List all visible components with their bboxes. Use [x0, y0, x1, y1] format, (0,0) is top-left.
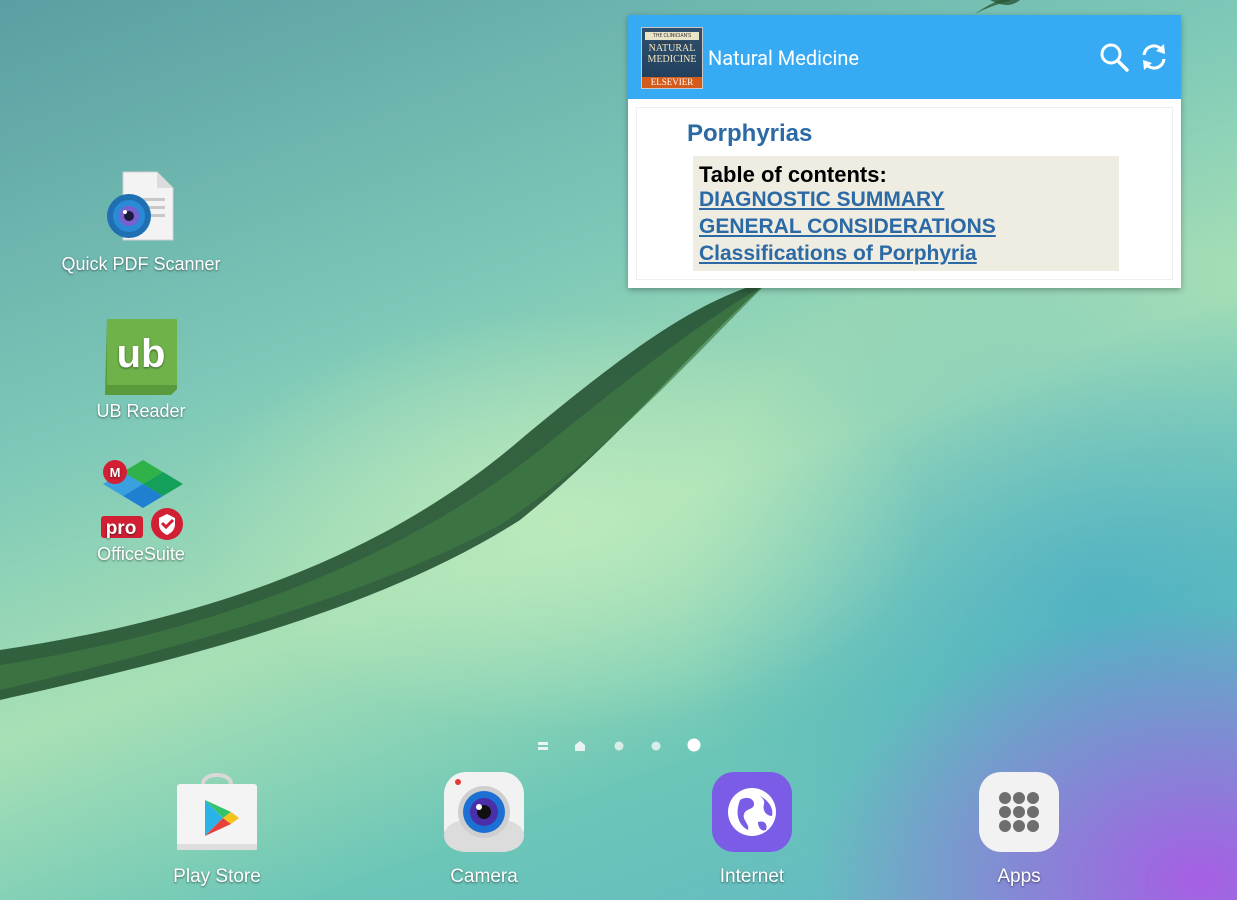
- search-icon: [1100, 43, 1129, 72]
- page-indicator-dot[interactable]: [613, 740, 625, 752]
- dock-internet[interactable]: Internet: [672, 770, 832, 888]
- desktop-icon-label: OfficeSuite: [97, 544, 185, 564]
- refresh-button[interactable]: [1138, 41, 1170, 73]
- dock-label: Apps: [997, 866, 1041, 887]
- dock-play-store[interactable]: Play Store: [137, 770, 297, 888]
- dock-label: Play Store: [173, 866, 261, 887]
- toc-heading: Table of contents:: [699, 162, 887, 187]
- natural-medicine-widget: THE CLINICIAN'S HANDBOOK OF NATURAL MEDI…: [628, 15, 1181, 288]
- page-indicator-dot-active[interactable]: [687, 738, 701, 752]
- internet-icon: [710, 770, 794, 854]
- refresh-icon: [1142, 44, 1166, 70]
- table-of-contents: Table of contents: DIAGNOSTIC SUMMARY GE…: [693, 156, 1119, 271]
- dock-camera[interactable]: Camera: [404, 770, 564, 888]
- svg-text:M: M: [110, 465, 121, 480]
- play-store-icon: [175, 770, 259, 854]
- desktop-icon-label: Quick PDF Scanner: [61, 254, 221, 274]
- widget-header: THE CLINICIAN'S HANDBOOK OF NATURAL MEDI…: [628, 15, 1181, 99]
- page-indicator-home-icon[interactable]: [574, 740, 586, 752]
- book-cover-top: THE CLINICIAN'S HANDBOOK OF: [645, 32, 699, 47]
- desktop-icon-ub-reader[interactable]: ub UB Reader: [51, 315, 231, 422]
- officesuite-pro-text: pro: [106, 518, 137, 539]
- ub-reader-icon: ub: [101, 315, 181, 395]
- topic-title[interactable]: Porphyrias: [687, 120, 812, 148]
- search-button[interactable]: [1098, 41, 1130, 73]
- apps-grid-icon: [977, 770, 1061, 854]
- toc-link-general-considerations[interactable]: GENERAL CONSIDERATIONS: [699, 215, 996, 239]
- dock-label: Internet: [719, 866, 785, 887]
- desktop-icon-officesuite[interactable]: M pro OfficeSuite: [51, 458, 231, 565]
- book-cover-title: NATURAL MEDICINE: [647, 43, 697, 65]
- dock-apps[interactable]: Apps: [939, 770, 1099, 888]
- toc-link-classifications[interactable]: Classifications of Porphyria: [699, 242, 977, 266]
- page-indicator-menu-icon[interactable]: [537, 740, 549, 752]
- page-indicator: [535, 736, 705, 754]
- desktop-icon-quick-pdf-scanner[interactable]: Quick PDF Scanner: [51, 168, 231, 275]
- dock-label: Camera: [450, 866, 518, 887]
- quick-pdf-scanner-icon: [101, 168, 181, 248]
- book-cover-icon[interactable]: THE CLINICIAN'S HANDBOOK OF NATURAL MEDI…: [641, 27, 703, 89]
- toc-link-diagnostic-summary[interactable]: DIAGNOSTIC SUMMARY: [699, 188, 944, 212]
- officesuite-icon: M pro: [101, 458, 183, 540]
- widget-app-title: Natural Medicine: [708, 46, 859, 70]
- ub-reader-logo-text: ub: [117, 332, 166, 376]
- desktop-icon-label: UB Reader: [96, 401, 186, 421]
- page-indicator-dot[interactable]: [650, 740, 662, 752]
- book-cover-publisher: ELSEVIER: [642, 77, 702, 88]
- camera-icon: [442, 770, 526, 854]
- widget-body: Porphyrias Table of contents: DIAGNOSTIC…: [636, 107, 1173, 280]
